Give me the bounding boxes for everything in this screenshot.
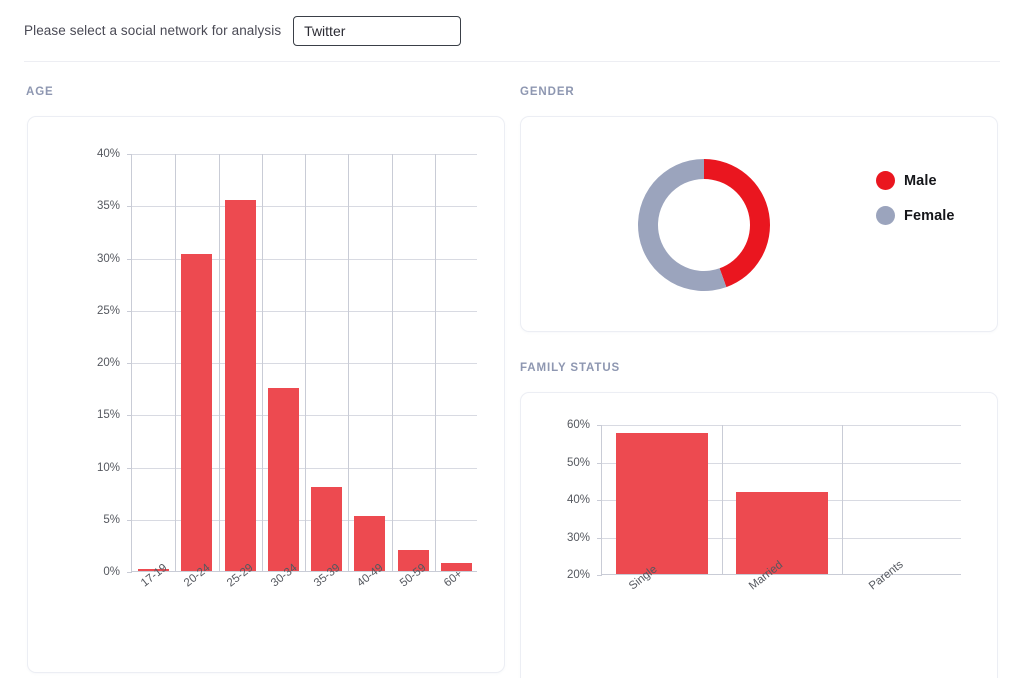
age-plot-area xyxy=(127,154,477,573)
family-status-chart-card: 20% 30% 40% 50% 60% Single Married Parents xyxy=(520,392,998,678)
y-axis-tick xyxy=(597,537,602,539)
y-axis-tick xyxy=(127,206,132,208)
age-bar-chart: 0% 5% 10% 15% 20% 25% 30% 35% 40% 17-19 20-24 25-2… xyxy=(28,117,506,674)
section-title-age: AGE xyxy=(26,86,54,98)
bar[interactable] xyxy=(736,491,828,574)
header-divider xyxy=(24,61,1000,62)
gridline-vertical xyxy=(434,154,436,571)
gridline-vertical xyxy=(175,154,177,571)
y-axis-tick-label: 50% xyxy=(566,456,590,469)
y-axis-tick xyxy=(127,572,132,573)
gender-donut-chart xyxy=(628,149,780,301)
gridline-vertical xyxy=(261,154,263,571)
y-axis-tick xyxy=(127,415,132,417)
section-title-family-status: FAMILY STATUS xyxy=(520,362,621,374)
legend-label-female: Female xyxy=(904,207,955,224)
analytics-dashboard: Please select a social network for analy… xyxy=(0,0,1024,678)
gridline-vertical xyxy=(218,154,220,571)
section-title-gender: GENDER xyxy=(520,86,575,98)
network-selector-bar: Please select a social network for analy… xyxy=(0,0,1024,62)
y-axis-tick-label: 20% xyxy=(566,569,590,581)
bar[interactable] xyxy=(354,515,386,571)
y-axis-tick xyxy=(127,467,132,469)
gridline-vertical xyxy=(722,425,723,574)
gridline-vertical xyxy=(348,154,350,571)
y-axis-tick xyxy=(127,310,132,312)
y-axis-tick xyxy=(597,500,602,501)
y-axis-tick-label: 40% xyxy=(96,148,120,160)
y-axis-tick-label: 15% xyxy=(96,409,120,422)
network-selector-label: Please select a social network for analy… xyxy=(24,23,282,39)
gridline-horizontal xyxy=(602,425,961,426)
y-axis-tick xyxy=(127,258,132,260)
legend-dot-male-icon xyxy=(876,171,895,190)
family-plot-area xyxy=(597,425,961,576)
gridline-vertical xyxy=(842,425,843,574)
legend-item-female[interactable]: Female xyxy=(876,206,955,225)
family-status-bar-chart: 20% 30% 40% 50% 60% Single Married Parents xyxy=(521,393,999,678)
y-axis-tick-label: 0% xyxy=(103,566,120,578)
social-network-input[interactable] xyxy=(293,16,462,46)
gender-chart-card: Male Female xyxy=(520,116,998,332)
y-axis-tick-label: 30% xyxy=(96,252,120,265)
y-axis-tick-label: 5% xyxy=(103,513,120,526)
y-axis-tick xyxy=(127,519,132,521)
y-axis-tick xyxy=(127,154,132,155)
bar[interactable] xyxy=(616,433,708,574)
bar[interactable] xyxy=(311,487,343,571)
legend-item-male[interactable]: Male xyxy=(876,171,955,190)
y-axis-tick-label: 60% xyxy=(566,419,590,431)
legend-label-male: Male xyxy=(904,172,937,189)
y-axis-tick-label: 35% xyxy=(96,200,120,213)
y-axis-tick-label: 25% xyxy=(96,304,120,317)
y-axis-tick xyxy=(597,462,602,464)
donut-svg xyxy=(638,159,770,291)
bar[interactable] xyxy=(224,200,256,571)
donut-slice-male[interactable] xyxy=(704,159,770,288)
gridline-vertical xyxy=(305,154,306,571)
gridline-vertical xyxy=(391,154,393,571)
bar[interactable] xyxy=(267,388,299,571)
bar[interactable] xyxy=(181,254,213,571)
age-chart-card: 0% 5% 10% 15% 20% 25% 30% 35% 40% 17-19 20-24 25-2… xyxy=(27,116,505,673)
gender-legend: Male Female xyxy=(876,171,955,241)
y-axis-tick xyxy=(597,575,602,576)
y-axis-tick-label: 20% xyxy=(96,357,120,369)
y-axis-tick-label: 40% xyxy=(566,494,590,506)
y-axis-tick xyxy=(597,425,602,426)
y-axis-tick-label: 30% xyxy=(566,531,590,544)
y-axis-tick-label: 10% xyxy=(96,461,120,474)
legend-dot-female-icon xyxy=(876,206,895,225)
y-axis-tick xyxy=(127,363,132,364)
